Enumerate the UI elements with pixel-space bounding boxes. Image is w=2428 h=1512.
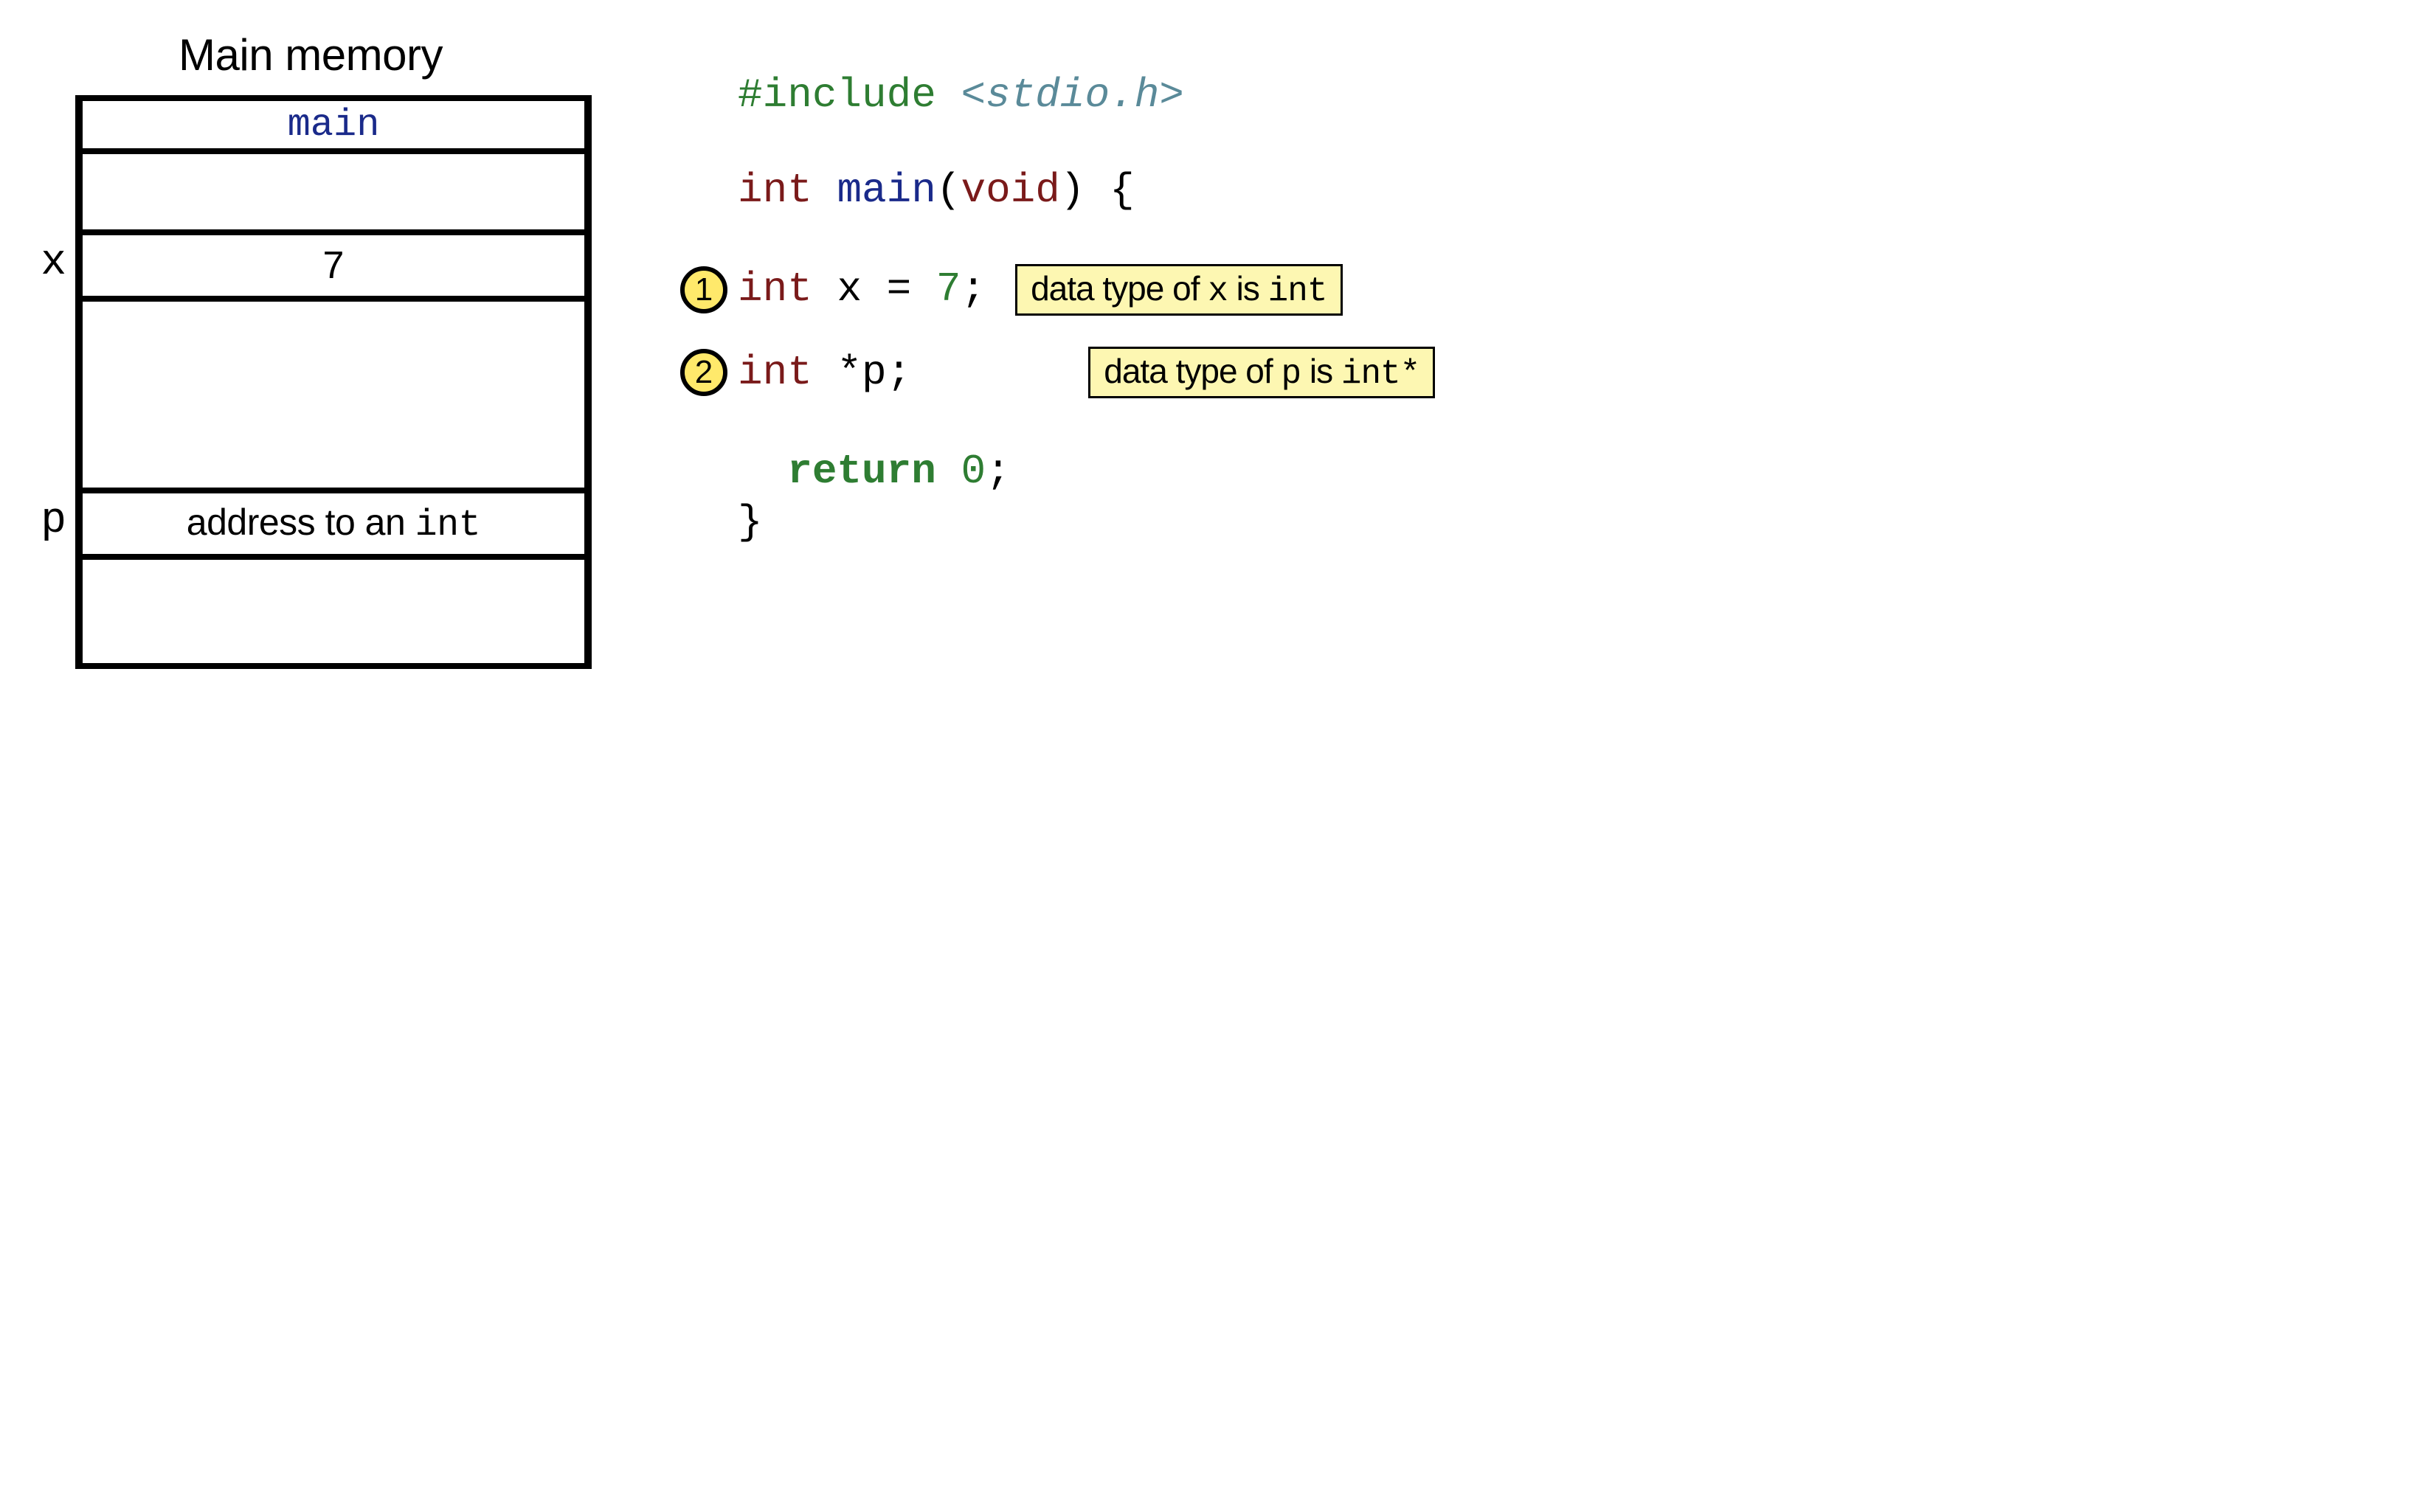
code-line-include: #include <stdio.h> — [680, 74, 1435, 117]
memory-cell-gap — [83, 302, 584, 493]
memory-cell-func: main — [83, 101, 584, 154]
memory-x-value: 7 — [323, 243, 345, 288]
label-spacer — [30, 296, 66, 488]
memory-p-value: address to an int — [187, 501, 480, 547]
code-line-decl-x: 1int x = 7; data type of x is int — [680, 264, 1435, 316]
label-x: x — [30, 229, 66, 296]
memory-cell-empty — [83, 154, 584, 235]
code-column: #include <stdio.h> int main(void) { 1int… — [680, 74, 1435, 575]
label-spacer — [30, 554, 66, 657]
memory-func-label: main — [288, 103, 380, 147]
code-line-return: return 0; — [680, 450, 1435, 493]
memory-wrap: x p main 7 address to an int — [30, 95, 592, 669]
diagram-root: Main memory x p main 7 addres — [30, 30, 2398, 669]
label-p: p — [30, 488, 66, 554]
memory-box: main 7 address to an int — [75, 95, 592, 669]
code-line-decl-p: 2int *p; data type of p is int* — [680, 347, 1435, 398]
code-line-main-sig: int main(void) { — [680, 169, 1435, 212]
annotation-x: data type of x is int — [1015, 264, 1342, 316]
memory-cell-bottom — [83, 560, 584, 663]
step-marker-2: 2 — [680, 349, 727, 396]
memory-cell-p: address to an int — [83, 493, 584, 560]
annotation-p: data type of p is int* — [1088, 347, 1435, 398]
memory-title: Main memory — [179, 30, 443, 80]
label-spacer — [30, 95, 66, 148]
memory-column: Main memory x p main 7 addres — [30, 30, 592, 669]
label-spacer — [30, 148, 66, 229]
memory-cell-x: 7 — [83, 235, 584, 302]
memory-row-labels: x p — [30, 95, 66, 657]
code-line-rbrace: } — [680, 501, 1435, 544]
step-marker-1: 1 — [680, 266, 727, 313]
